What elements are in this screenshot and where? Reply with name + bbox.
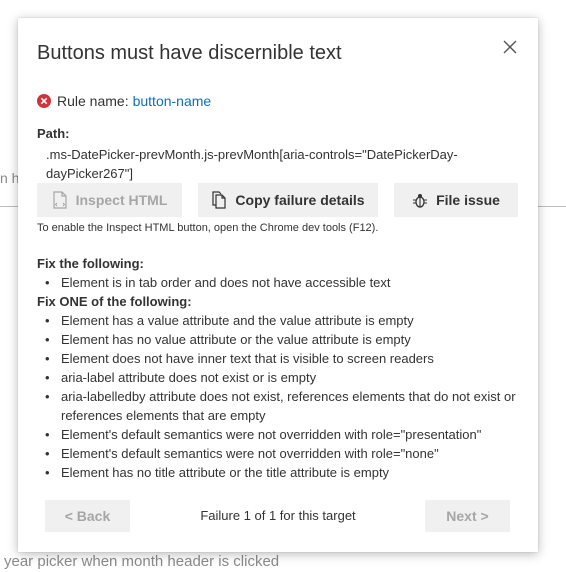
fix-one-list: Element has a value attribute and the va…	[37, 311, 527, 482]
background-text-fragment: n h	[0, 170, 20, 186]
list-item: Element has no title attribute or the ti…	[37, 463, 527, 482]
bug-icon	[413, 194, 428, 208]
list-item: aria-label attribute does not exist or i…	[37, 368, 527, 387]
fix-one-heading: Fix ONE of the following:	[37, 294, 192, 309]
list-item: Element's default semantics were not ove…	[37, 425, 527, 444]
list-item: Element is in tab order and does not hav…	[37, 273, 527, 292]
list-item: Element does not have inner text that is…	[37, 349, 527, 368]
list-item: Element has no value attribute or the va…	[37, 330, 527, 349]
inspect-hint-text: To enable the Inspect HTML button, open …	[37, 222, 379, 234]
list-item: Element's default semantics were not ove…	[37, 444, 527, 463]
next-button[interactable]: Next >	[425, 500, 510, 532]
list-item: Element has a value attribute and the va…	[37, 311, 527, 330]
close-icon	[503, 40, 517, 54]
action-buttons: Inspect HTML Copy failure details File i…	[37, 183, 518, 217]
dialog-title: Buttons must have discernible text	[37, 42, 342, 64]
path-label: Path:	[37, 126, 70, 141]
how-to-fix-section: Fix the following: Element is in tab ord…	[37, 254, 527, 482]
rule-name-row: Rule name: button-name	[37, 93, 211, 109]
file-issue-button[interactable]: File issue	[394, 183, 518, 217]
inspect-html-label: Inspect HTML	[75, 192, 168, 208]
error-circle-icon	[37, 94, 51, 108]
copy-icon	[212, 191, 227, 209]
close-button[interactable]	[500, 37, 520, 57]
rule-name-link[interactable]: button-name	[133, 93, 212, 109]
fix-all-list: Element is in tab order and does not hav…	[37, 273, 527, 292]
background-description: year picker when month header is clicked	[4, 553, 280, 570]
list-item: aria-labelledby attribute does not exist…	[37, 387, 527, 425]
file-issue-label: File issue	[436, 192, 500, 208]
path-value: .ms-DatePicker-prevMonth.js-prevMonth[ar…	[46, 147, 458, 181]
copy-failure-details-button[interactable]: Copy failure details	[198, 183, 378, 217]
copy-failure-details-label: Copy failure details	[235, 192, 365, 208]
inspect-html-button[interactable]: Inspect HTML	[37, 183, 182, 217]
failure-details-dialog: Buttons must have discernible text Rule …	[18, 18, 538, 552]
inspect-file-icon	[53, 191, 67, 209]
fix-all-heading: Fix the following:	[37, 256, 144, 271]
rule-name-label: Rule name:	[57, 93, 129, 109]
